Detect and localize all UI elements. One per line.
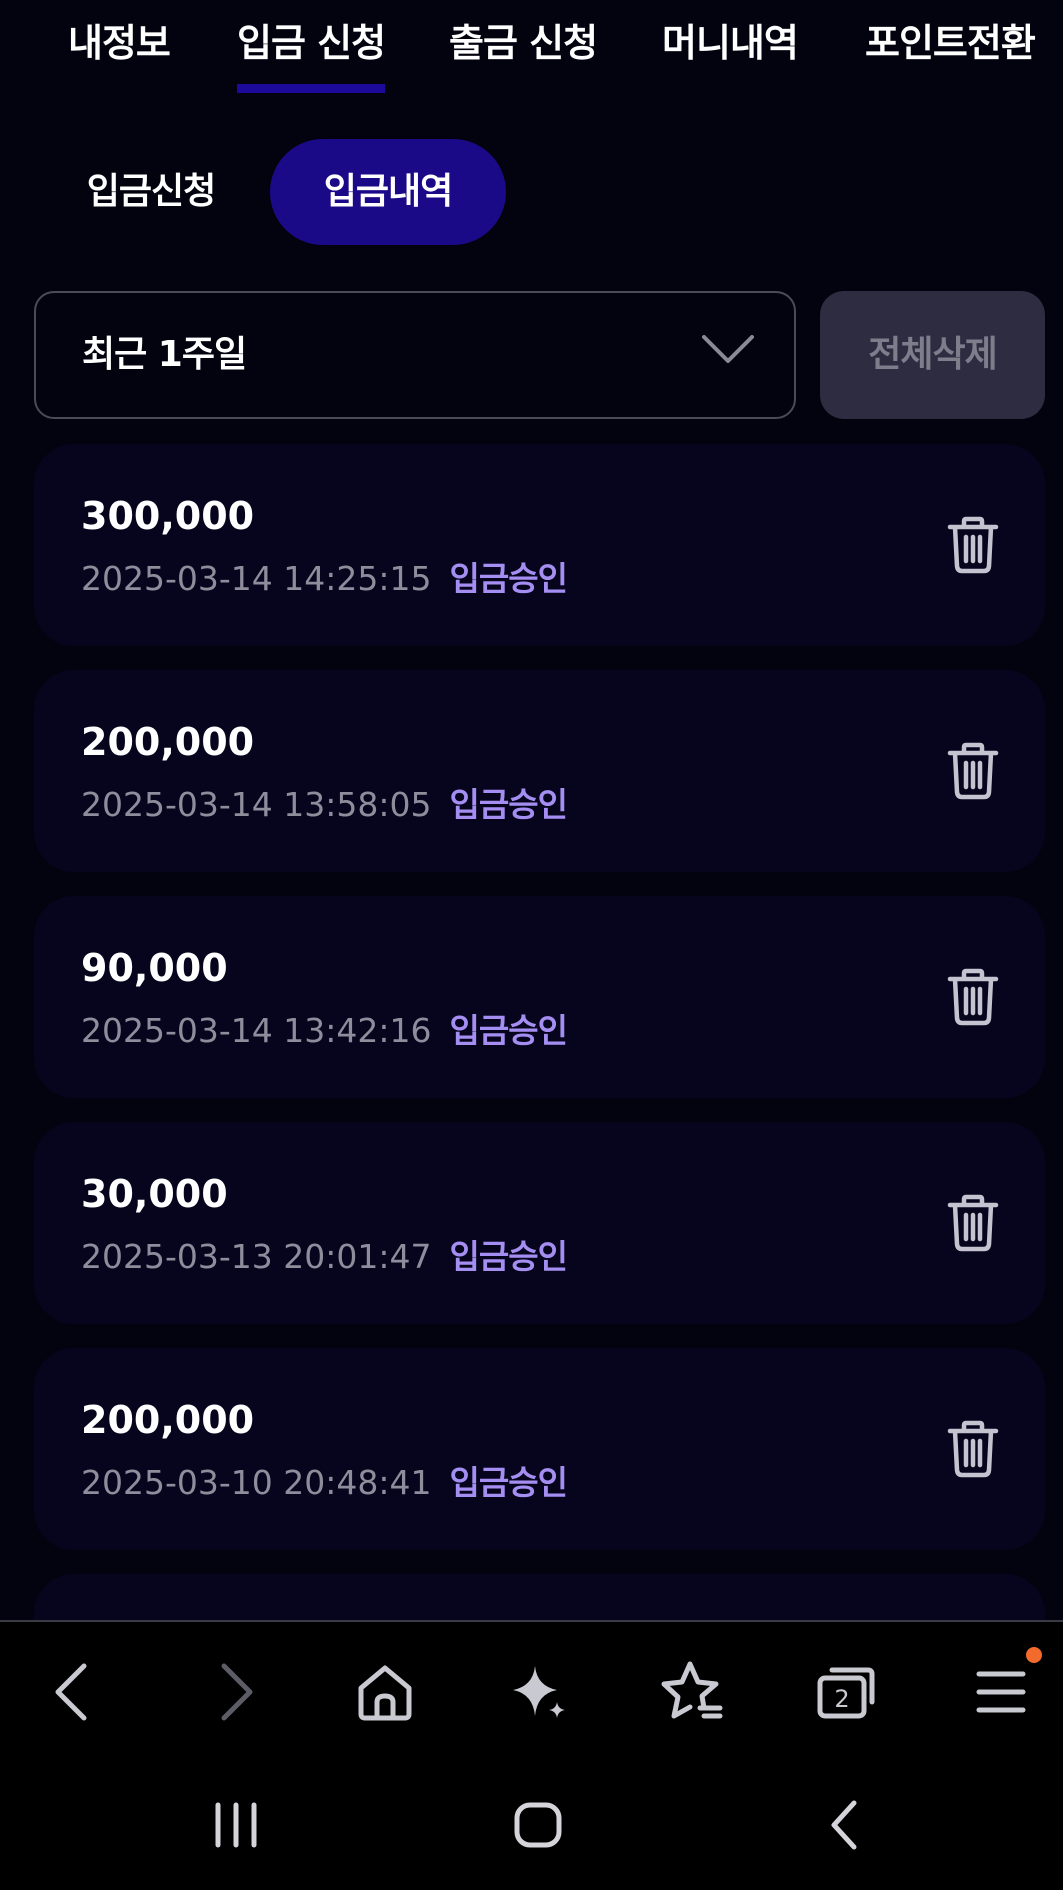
- bookmark-star-icon[interactable]: [652, 1652, 732, 1732]
- subtab-deposit-history[interactable]: 입금내역: [270, 139, 506, 245]
- trash-icon[interactable]: [947, 1420, 999, 1478]
- period-select-value: 최근 1주일: [82, 334, 247, 375]
- app-screen: 내정보 입금 신청 출금 신청 머니내역 포인트전환 입금신청 입금내역 최근 …: [0, 0, 1063, 1890]
- deposit-meta: 2025-03-13 20:01:47 입금승인: [81, 1230, 568, 1278]
- deposit-meta: 2025-03-14 13:42:16 입금승인: [81, 1004, 568, 1052]
- system-back-icon[interactable]: [802, 1785, 882, 1865]
- trash-icon[interactable]: [947, 516, 999, 574]
- status-badge: 입금승인: [449, 1463, 567, 1502]
- tab-deposit-request[interactable]: 입금 신청: [237, 12, 386, 93]
- notification-dot: [1026, 1647, 1042, 1663]
- tab-point-conversion[interactable]: 포인트전환: [865, 12, 1036, 72]
- system-nav-bar: [0, 1760, 1063, 1890]
- deposit-history-list: 300,000 2025-03-14 14:25:15 입금승인 200,000 …: [34, 444, 1045, 1654]
- tabs-icon[interactable]: 2: [806, 1652, 886, 1732]
- sparkle-icon[interactable]: [499, 1652, 579, 1732]
- deposit-amount: 90,000: [81, 946, 228, 990]
- forward-icon[interactable]: [194, 1652, 274, 1732]
- deposit-datetime: 2025-03-10 20:48:41: [81, 1463, 432, 1502]
- back-icon[interactable]: [34, 1652, 114, 1732]
- tab-withdraw-request[interactable]: 출금 신청: [449, 12, 598, 72]
- status-badge: 입금승인: [449, 1237, 567, 1276]
- status-badge: 입금승인: [449, 785, 567, 824]
- trash-icon[interactable]: [947, 968, 999, 1026]
- delete-all-button[interactable]: 전체삭제: [820, 291, 1045, 419]
- status-badge: 입금승인: [449, 559, 567, 598]
- list-item: 90,000 2025-03-14 13:42:16 입금승인: [34, 896, 1045, 1098]
- list-item: 30,000 2025-03-13 20:01:47 입금승인: [34, 1122, 1045, 1324]
- status-badge: 입금승인: [449, 1011, 567, 1050]
- deposit-meta: 2025-03-10 20:48:41 입금승인: [81, 1456, 568, 1504]
- period-select[interactable]: 최근 1주일: [34, 291, 796, 419]
- subtab-deposit-apply[interactable]: 입금신청: [56, 139, 246, 245]
- deposit-datetime: 2025-03-14 13:58:05: [81, 785, 432, 824]
- deposit-amount: 30,000: [81, 1172, 228, 1216]
- menu-icon[interactable]: [961, 1652, 1041, 1732]
- recent-apps-icon[interactable]: [196, 1785, 276, 1865]
- chevron-down-icon: [702, 335, 754, 363]
- deposit-meta: 2025-03-14 13:58:05 입금승인: [81, 778, 568, 826]
- deposit-datetime: 2025-03-13 20:01:47: [81, 1237, 432, 1276]
- list-item: 300,000 2025-03-14 14:25:15 입금승인: [34, 444, 1045, 646]
- deposit-amount: 200,000: [81, 1398, 255, 1442]
- trash-icon[interactable]: [947, 1194, 999, 1252]
- list-item: 200,000 2025-03-10 20:48:41 입금승인: [34, 1348, 1045, 1550]
- deposit-amount: 200,000: [81, 720, 255, 764]
- deposit-meta: 2025-03-14 14:25:15 입금승인: [81, 552, 568, 600]
- top-tab-bar: 내정보 입금 신청 출금 신청 머니내역 포인트전환: [0, 0, 1063, 100]
- system-home-icon[interactable]: [498, 1785, 578, 1865]
- tab-money-history[interactable]: 머니내역: [662, 12, 799, 72]
- deposit-datetime: 2025-03-14 14:25:15: [81, 559, 432, 598]
- tab-count: 2: [834, 1685, 849, 1713]
- list-item: 200,000 2025-03-14 13:58:05 입금승인: [34, 670, 1045, 872]
- home-icon[interactable]: [345, 1652, 425, 1732]
- deposit-amount: 300,000: [81, 494, 255, 538]
- tab-my-info[interactable]: 내정보: [68, 12, 171, 72]
- trash-icon[interactable]: [947, 742, 999, 800]
- deposit-datetime: 2025-03-14 13:42:16: [81, 1011, 432, 1050]
- browser-toolbar: 2: [0, 1620, 1063, 1762]
